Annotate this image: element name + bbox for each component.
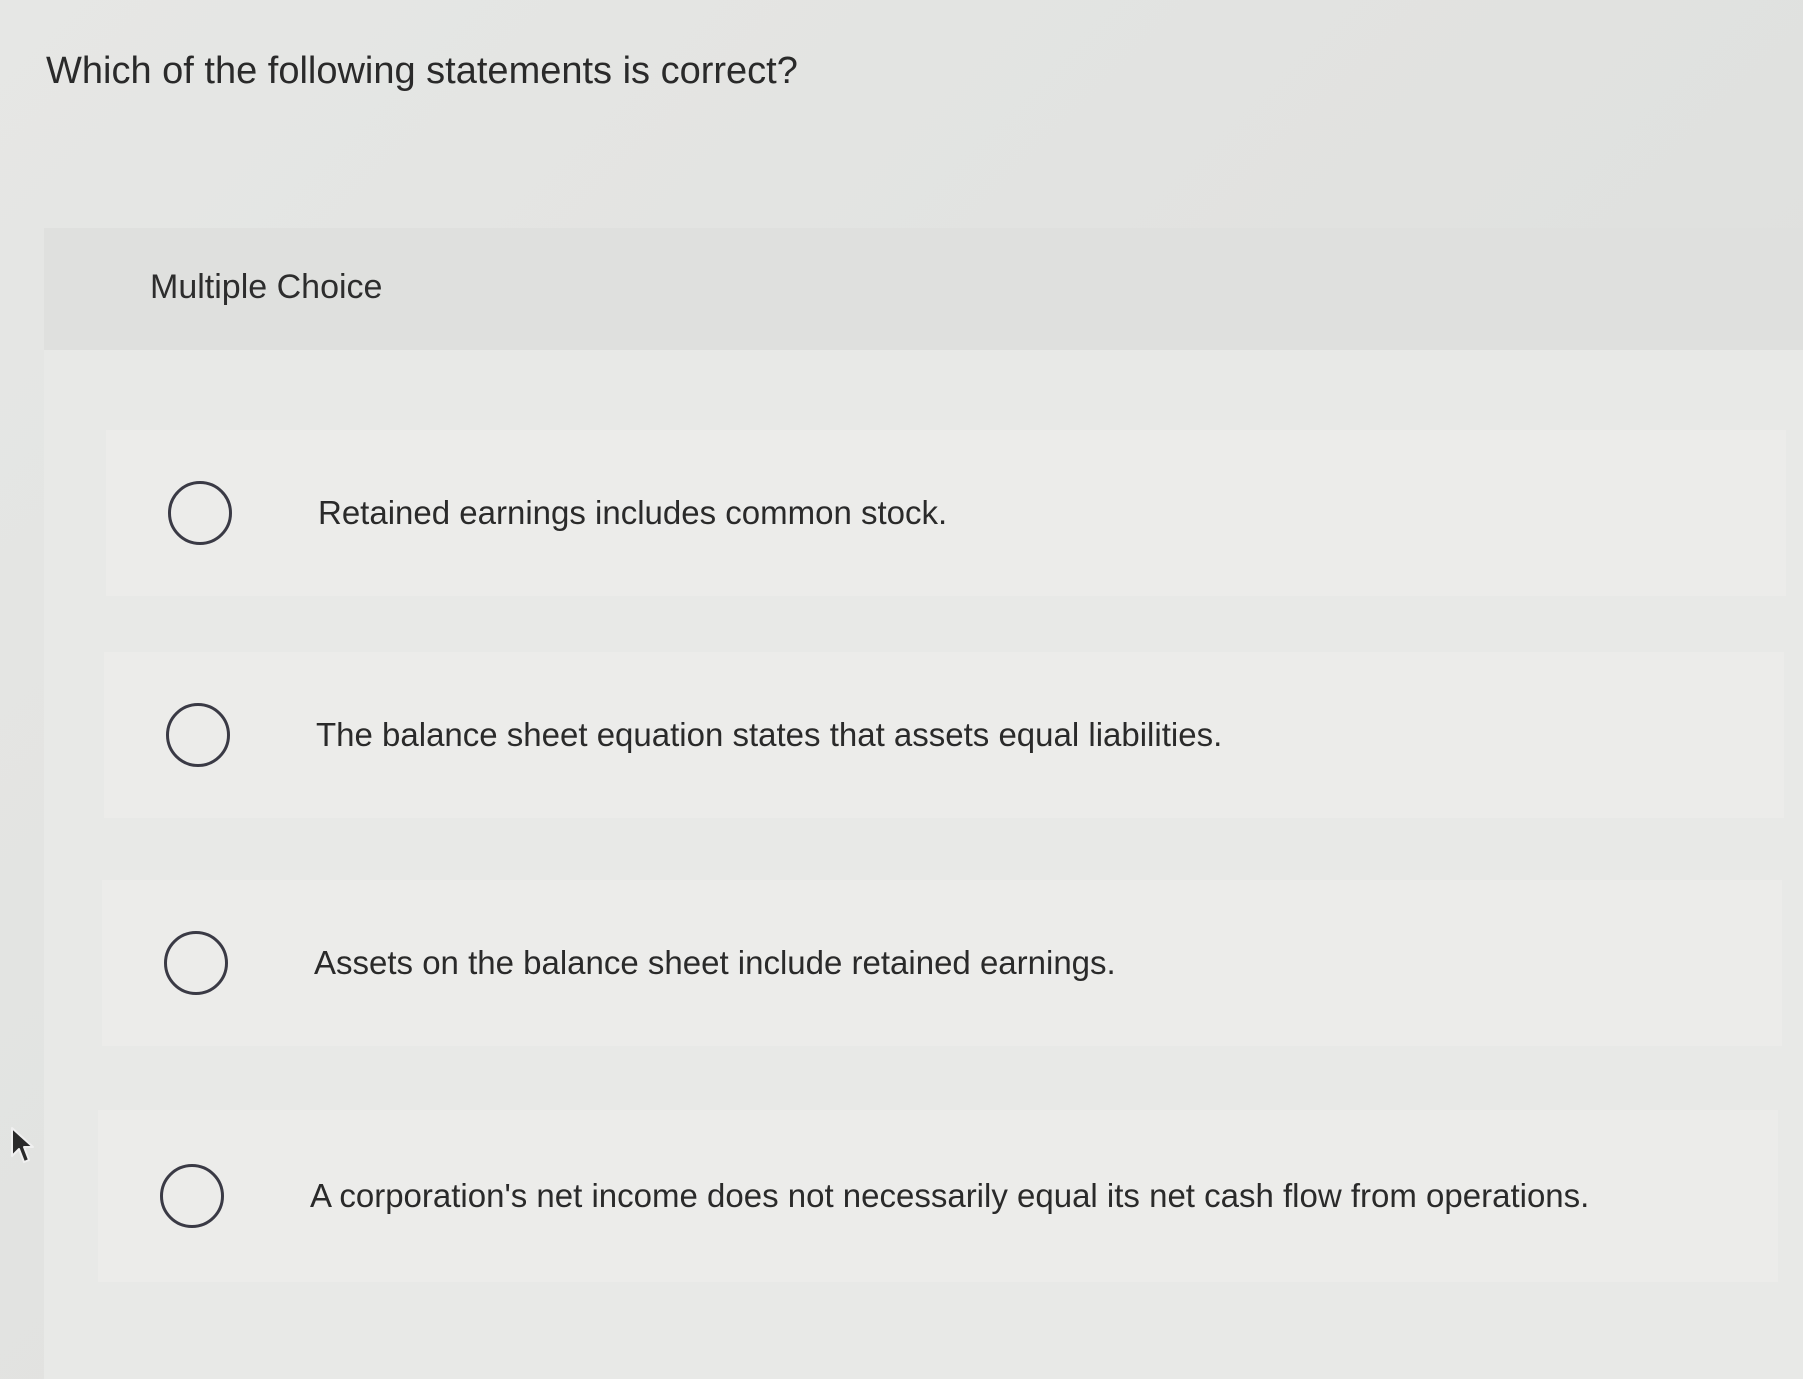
- answer-option-4[interactable]: A corporation's net income does not nece…: [98, 1110, 1778, 1282]
- answer-option-2[interactable]: The balance sheet equation states that a…: [104, 652, 1784, 818]
- answer-option-label: The balance sheet equation states that a…: [316, 716, 1223, 753]
- radio-unchecked-icon[interactable]: [160, 1164, 224, 1228]
- radio-unchecked-icon[interactable]: [164, 931, 228, 995]
- radio-unchecked-icon[interactable]: [166, 703, 230, 767]
- answer-option-label: Retained earnings includes common stock.: [318, 494, 948, 531]
- answer-option-label: A corporation's net income does not nece…: [310, 1177, 1590, 1214]
- radio-unchecked-icon[interactable]: [168, 481, 232, 545]
- answer-option-1[interactable]: Retained earnings includes common stock.: [106, 430, 1786, 596]
- answer-option-label: Assets on the balance sheet include reta…: [314, 944, 1116, 981]
- question-type-label: Multiple Choice: [150, 268, 383, 306]
- pointer-arrow-icon: [11, 1127, 34, 1163]
- card-header: Multiple Choice: [44, 228, 1803, 350]
- answer-option-3[interactable]: Assets on the balance sheet include reta…: [102, 880, 1782, 1046]
- question-text: Which of the following statements is cor…: [46, 50, 798, 92]
- multiple-choice-card: Multiple Choice Retained earnings includ…: [44, 228, 1803, 1379]
